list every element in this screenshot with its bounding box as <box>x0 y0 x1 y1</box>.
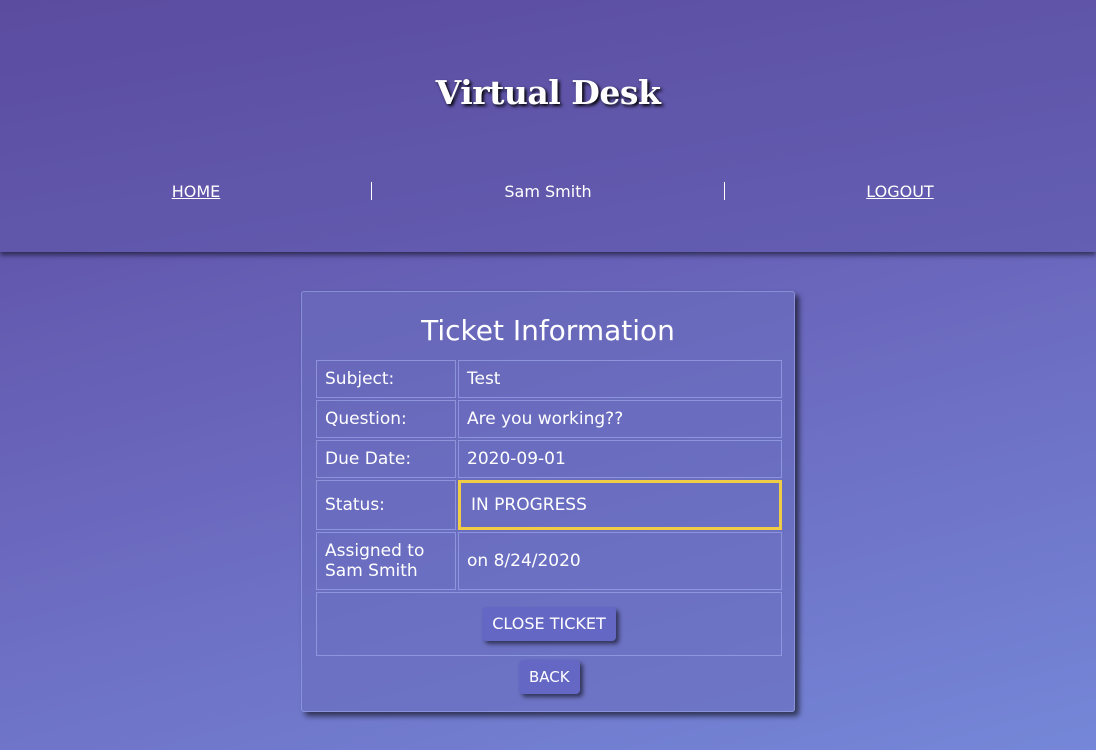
subject-label: Subject: <box>316 360 456 398</box>
logout-link[interactable]: LOGOUT <box>866 182 933 201</box>
table-row: Question: Are you working?? <box>316 400 782 438</box>
nav-bar: HOME Sam Smith LOGOUT <box>20 180 1076 204</box>
table-row: Subject: Test <box>316 360 782 398</box>
assigned-label-line2: Sam Smith <box>325 561 418 581</box>
table-row: CLOSE TICKET <box>316 592 782 656</box>
assigned-label-line1: Assigned to <box>325 541 425 561</box>
table-row: Due Date: 2020-09-01 <box>316 440 782 478</box>
question-value: Are you working?? <box>458 400 782 438</box>
nav-item-logout: LOGOUT <box>724 180 1076 204</box>
subject-value: Test <box>458 360 782 398</box>
table-row: Status: IN PROGRESS <box>316 480 782 530</box>
due-date-label: Due Date: <box>316 440 456 478</box>
nav-divider <box>724 182 725 200</box>
question-label: Question: <box>316 400 456 438</box>
status-value: IN PROGRESS <box>458 480 782 530</box>
action-cell: CLOSE TICKET <box>316 592 782 656</box>
back-button[interactable]: BACK <box>519 660 580 694</box>
table-row: Assigned to Sam Smith on 8/24/2020 <box>316 532 782 590</box>
ticket-panel: Ticket Information Subject: Test Questio… <box>301 291 795 712</box>
header: Virtual Desk HOME Sam Smith LOGOUT <box>0 0 1096 252</box>
close-ticket-button[interactable]: CLOSE TICKET <box>482 607 616 641</box>
nav-item-home: HOME <box>20 180 372 204</box>
assigned-value: on 8/24/2020 <box>458 532 782 590</box>
site-title: Virtual Desk <box>435 73 661 112</box>
due-date-value: 2020-09-01 <box>458 440 782 478</box>
nav-divider <box>371 182 372 200</box>
panel-title: Ticket Information <box>421 314 675 347</box>
assigned-label: Assigned to Sam Smith <box>316 532 456 590</box>
home-link[interactable]: HOME <box>172 182 221 201</box>
nav-item-user: Sam Smith <box>504 182 592 201</box>
ticket-info-table: Subject: Test Question: Are you working?… <box>314 358 784 658</box>
status-label: Status: <box>316 480 456 530</box>
